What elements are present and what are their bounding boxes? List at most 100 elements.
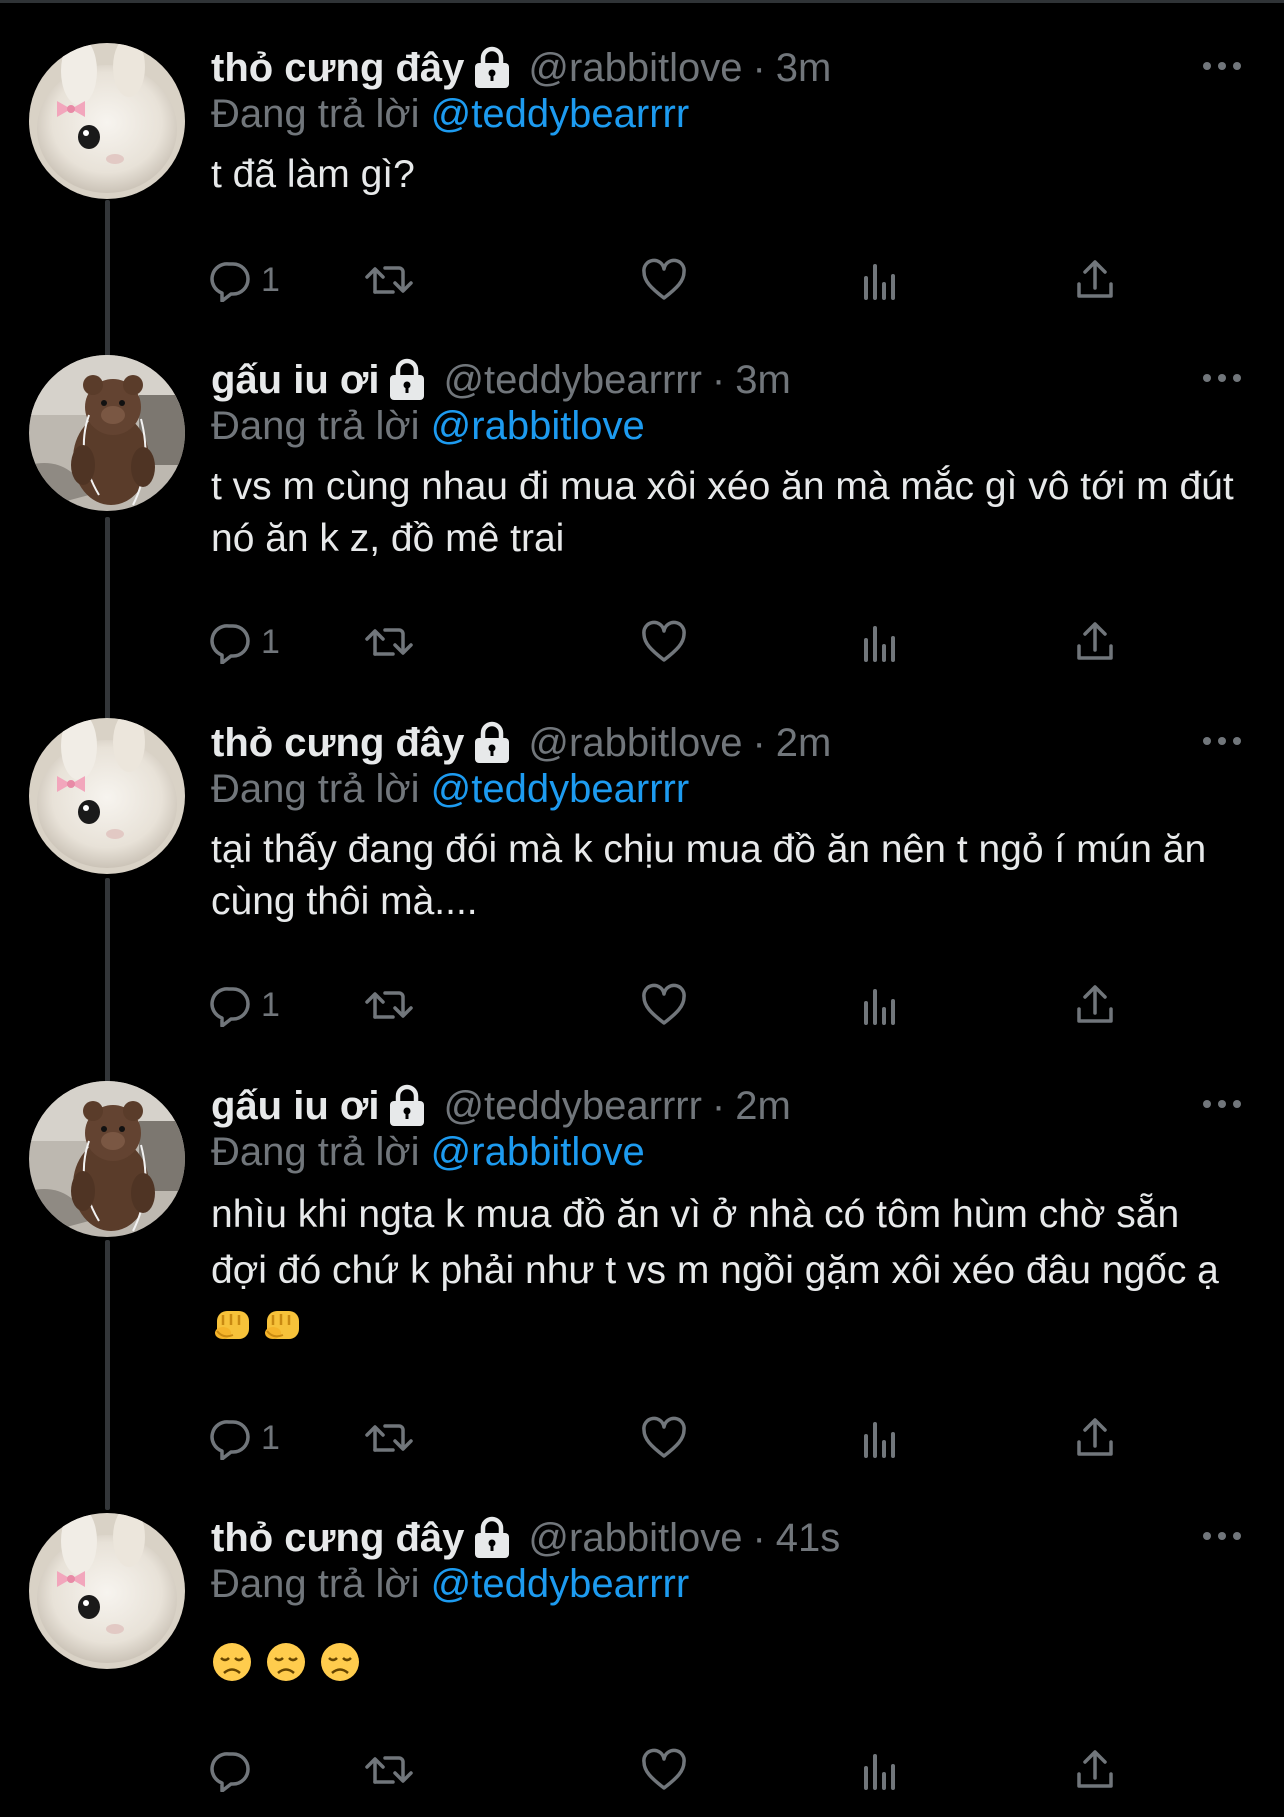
replying-to: Đang trả lời @teddybearrrr	[211, 89, 1244, 139]
timestamp[interactable]: 2m	[776, 721, 832, 766]
like-button[interactable]	[641, 980, 687, 1030]
timestamp[interactable]: 41s	[776, 1516, 841, 1561]
display-name[interactable]: gấu iu ơi	[211, 1084, 379, 1129]
views-button[interactable]	[860, 980, 900, 1030]
share-button[interactable]	[1073, 617, 1117, 667]
display-name[interactable]: thỏ cưng đây	[211, 1516, 464, 1561]
heart-icon	[641, 1748, 687, 1792]
user-handle[interactable]: @teddybearrrr	[443, 358, 701, 403]
retweet-button[interactable]	[363, 617, 415, 667]
reply-icon	[209, 1416, 253, 1460]
thread-connector	[105, 878, 110, 1083]
tweet-header: thỏ cưng đây @rabbitlove · 41s	[211, 1513, 1244, 1563]
replying-to-link[interactable]: @teddybearrrr	[431, 92, 689, 136]
tweet-text-body: t vs m cùng nhau đi mua xôi xéo ăn mà mắ…	[211, 465, 1245, 560]
separator-dot: ·	[752, 45, 766, 90]
replying-to-link[interactable]: @rabbitlove	[431, 1130, 645, 1174]
reply-count: 1	[261, 260, 280, 299]
share-button[interactable]	[1073, 1745, 1117, 1795]
thread-connector	[105, 1240, 110, 1510]
reply-button[interactable]: 1	[209, 255, 280, 305]
retweet-icon	[363, 1416, 415, 1460]
views-button[interactable]	[860, 1745, 900, 1795]
reply-icon	[209, 620, 253, 664]
avatar[interactable]	[29, 718, 185, 874]
user-handle[interactable]: @teddybearrrr	[443, 1084, 701, 1129]
replying-to-link[interactable]: @teddybearrrr	[431, 1562, 689, 1606]
tweet-header: gấu iu ơi @teddybearrrr · 3m	[211, 355, 1244, 405]
reply-button[interactable]: 1	[209, 617, 280, 667]
like-button[interactable]	[641, 1413, 687, 1463]
tweet-text-body: nhìu khi ngta k mua đồ ăn vì ở nhà có tô…	[211, 1193, 1219, 1292]
lock-icon	[472, 721, 512, 765]
views-button[interactable]	[860, 255, 900, 305]
avatar[interactable]	[29, 1081, 185, 1237]
more-icon[interactable]	[1200, 726, 1244, 756]
retweet-icon	[363, 258, 415, 302]
replying-to: Đang trả lời @teddybearrrr	[211, 764, 1244, 814]
disappointed-face-emoji	[319, 1641, 361, 1697]
tweet-text: nhìu khi ngta k mua đồ ăn vì ở nhà có tô…	[211, 1187, 1244, 1361]
analytics-icon	[860, 258, 900, 302]
like-button[interactable]	[641, 255, 687, 305]
tweet-actions: 1	[209, 1413, 1113, 1463]
share-button[interactable]	[1073, 255, 1117, 305]
share-icon	[1073, 258, 1117, 302]
more-icon[interactable]	[1200, 1521, 1244, 1551]
avatar[interactable]	[29, 355, 185, 511]
separator-dot: ·	[752, 720, 766, 765]
more-icon[interactable]	[1200, 1089, 1244, 1119]
emoji-group	[211, 1643, 361, 1686]
display-name[interactable]: gấu iu ơi	[211, 358, 379, 403]
more-icon[interactable]	[1200, 51, 1244, 81]
avatar[interactable]	[29, 43, 185, 199]
share-icon	[1073, 983, 1117, 1027]
tweet-text	[211, 1639, 1244, 1697]
fist-emoji	[263, 1305, 305, 1361]
tweet-actions: 1	[209, 980, 1113, 1030]
share-button[interactable]	[1073, 980, 1117, 1030]
replying-to: Đang trả lời @teddybearrrr	[211, 1559, 1244, 1609]
display-name[interactable]: thỏ cưng đây	[211, 46, 464, 91]
avatar[interactable]	[29, 1513, 185, 1669]
replying-to: Đang trả lời @rabbitlove	[211, 401, 1244, 451]
retweet-button[interactable]	[363, 255, 415, 305]
reply-count: 1	[261, 985, 280, 1024]
retweet-button[interactable]	[363, 1413, 415, 1463]
timestamp[interactable]: 3m	[735, 358, 791, 403]
analytics-icon	[860, 620, 900, 664]
share-icon	[1073, 620, 1117, 664]
reply-button[interactable]: 1	[209, 1413, 280, 1463]
lock-icon	[387, 358, 427, 402]
like-button[interactable]	[641, 1745, 687, 1795]
reply-count: 1	[261, 622, 280, 661]
thread-connector	[105, 200, 110, 358]
disappointed-face-emoji	[211, 1641, 253, 1697]
tweet-actions: 1	[209, 255, 1113, 305]
retweet-button[interactable]	[363, 980, 415, 1030]
top-divider	[0, 0, 1284, 3]
timestamp[interactable]: 2m	[735, 1084, 791, 1129]
user-handle[interactable]: @rabbitlove	[528, 46, 742, 91]
like-button[interactable]	[641, 617, 687, 667]
tweet-text: t vs m cùng nhau đi mua xôi xéo ăn mà mắ…	[211, 461, 1244, 565]
views-button[interactable]	[860, 617, 900, 667]
replying-to-link[interactable]: @teddybearrrr	[431, 767, 689, 811]
share-button[interactable]	[1073, 1413, 1117, 1463]
analytics-icon	[860, 1748, 900, 1792]
retweet-button[interactable]	[363, 1745, 415, 1795]
user-handle[interactable]: @rabbitlove	[528, 721, 742, 766]
display-name[interactable]: thỏ cưng đây	[211, 721, 464, 766]
tweet-text: tại thấy đang đói mà k chịu mua đồ ăn nê…	[211, 824, 1244, 928]
separator-dot: ·	[711, 1083, 726, 1128]
reply-count: 1	[261, 1418, 280, 1457]
views-button[interactable]	[860, 1413, 900, 1463]
replying-to-link[interactable]: @rabbitlove	[431, 404, 645, 448]
reply-button[interactable]: 1	[209, 980, 280, 1030]
timestamp[interactable]: 3m	[776, 46, 832, 91]
more-icon[interactable]	[1200, 363, 1244, 393]
tweet-text-body: t đã làm gì?	[211, 153, 415, 196]
user-handle[interactable]: @rabbitlove	[528, 1516, 742, 1561]
replying-to-label: Đang trả lời	[211, 1562, 420, 1606]
reply-button[interactable]	[209, 1745, 253, 1795]
